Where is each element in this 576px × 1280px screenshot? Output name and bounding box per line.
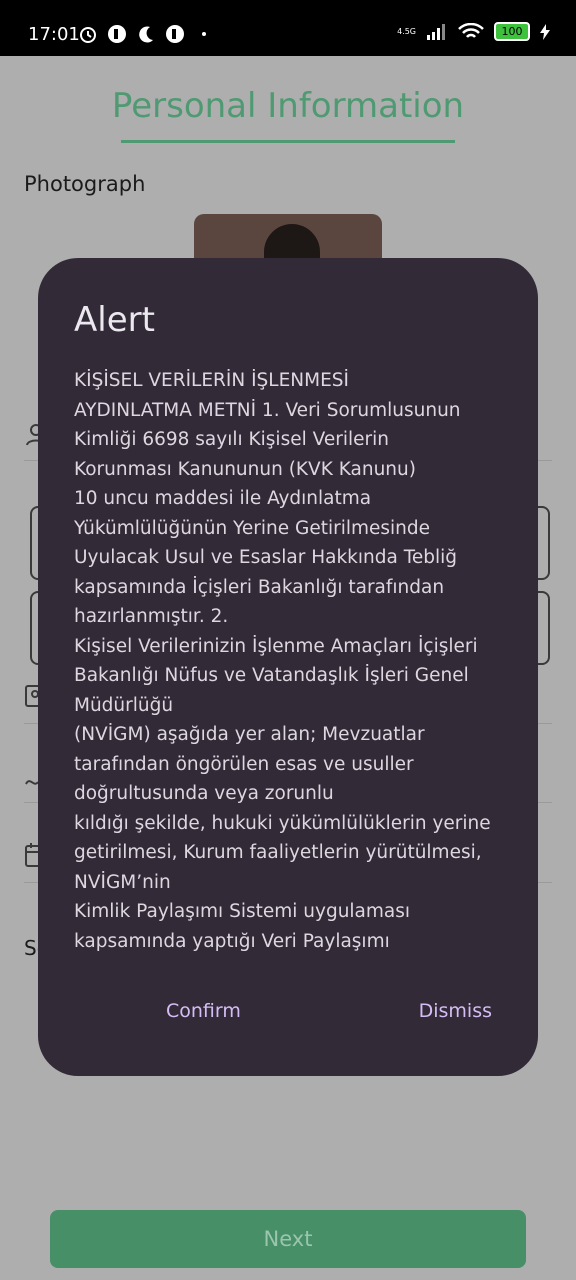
app-notification-icon — [108, 25, 127, 43]
status-time: 17:01 — [28, 24, 80, 45]
battery-icon: 100 — [494, 22, 530, 41]
more-dot-icon — [202, 32, 207, 36]
photo-label: Photograph — [24, 172, 146, 196]
alarm-icon — [80, 27, 96, 43]
dialog-title: Alert — [74, 300, 155, 340]
notification-icons — [78, 24, 218, 48]
title-underline — [121, 140, 455, 143]
confirm-button[interactable]: Confirm — [166, 1000, 241, 1022]
wifi-icon — [458, 22, 484, 38]
app-notification-icon-2 — [166, 25, 185, 43]
system-icons: 4.5G 100 — [397, 22, 550, 41]
charging-icon — [540, 23, 550, 40]
signal-icon — [427, 23, 445, 40]
dismiss-button[interactable]: Dismiss — [419, 1000, 492, 1022]
page-title: Personal Information — [111, 86, 465, 126]
status-bar: 17:01 4.5G 100 — [0, 0, 576, 56]
alert-dialog: Alert KİŞİSEL VERİLERİN İŞLENMESİ AYDINL… — [38, 258, 538, 1076]
dialog-body-text: KİŞİSEL VERİLERİN İŞLENMESİ AYDINLATMA M… — [74, 370, 491, 952]
moon-icon — [139, 26, 154, 43]
network-type-label: 4.5G — [397, 27, 416, 36]
next-button[interactable]: Next — [50, 1210, 526, 1268]
